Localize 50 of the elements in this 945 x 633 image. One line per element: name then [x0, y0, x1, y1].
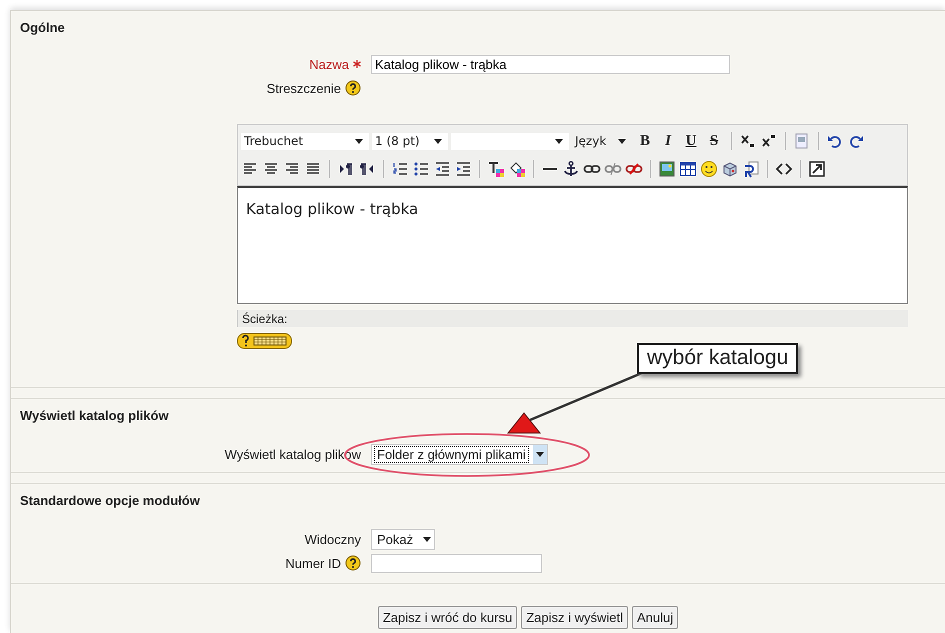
size-dropdown[interactable]: 1 (8 pt) [372, 132, 448, 150]
format-button[interactable]: U [681, 132, 701, 150]
text-color-icon[interactable] [487, 160, 505, 178]
fullscreen-icon[interactable] [808, 160, 826, 178]
form-button[interactable]: Zapisz i wróć do kursu [378, 606, 518, 629]
form-button[interactable]: Anuluj [632, 606, 678, 629]
cube-icon[interactable] [721, 160, 739, 178]
field-label: Numer ID [285, 556, 341, 570]
table-icon[interactable] [679, 160, 697, 178]
caret-icon [355, 138, 363, 144]
bullet-list-icon[interactable] [412, 160, 430, 178]
caret-icon [434, 138, 442, 144]
numbered-list-icon[interactable] [391, 160, 409, 178]
form-button[interactable]: Zapisz i wyświetl [521, 606, 628, 629]
document-icon[interactable] [742, 160, 760, 178]
caret-icon [423, 536, 432, 542]
dropdown-value: Pokaż [376, 532, 414, 546]
caret-icon [618, 138, 626, 144]
dropdown-value: Folder z głównymi plikami [375, 446, 528, 462]
smiley-icon[interactable] [700, 160, 718, 178]
help-icon[interactable] [345, 555, 361, 571]
required-icon [353, 60, 361, 68]
format-button[interactable]: I [658, 132, 678, 150]
dropdown[interactable]: Pokaż [371, 528, 436, 550]
field-label: Nazwa [309, 56, 349, 72]
text-field[interactable]: Katalog plikow - trąbka [371, 54, 730, 74]
editor-text-area[interactable]: Katalog plikow - trąbka [237, 186, 908, 304]
dropdown[interactable]: Folder z głównymi plikami [371, 444, 548, 464]
path-label: Ścieżka: [242, 312, 288, 326]
help-icon[interactable] [345, 80, 361, 96]
caret-icon [555, 138, 563, 144]
field-label: Widoczny [304, 532, 361, 546]
caret-icon [536, 452, 544, 456]
editor-text: Katalog plikow - trąbka [246, 200, 418, 218]
image-icon[interactable] [658, 160, 676, 178]
indent-icon[interactable] [454, 160, 472, 178]
keyboard-help-icon[interactable] [237, 333, 292, 349]
fill-color-icon[interactable] [508, 160, 526, 178]
field-label: Streszczenie [266, 80, 341, 96]
format-button[interactable]: S [704, 132, 724, 150]
section-title: Wyświetl katalog plików [19, 407, 170, 425]
outdent-icon[interactable] [433, 160, 451, 178]
anchor-icon[interactable] [562, 160, 580, 178]
font-dropdown[interactable]: Trebuchet [241, 132, 369, 150]
section-title: Ogólne [19, 19, 66, 37]
format-button[interactable]: B [635, 132, 655, 150]
text-field[interactable] [371, 554, 542, 572]
language-dropdown[interactable]: Język [572, 132, 632, 150]
callout-label: wybór katalogu [637, 343, 798, 374]
section-title: Standardowe opcje modułów [19, 492, 201, 510]
